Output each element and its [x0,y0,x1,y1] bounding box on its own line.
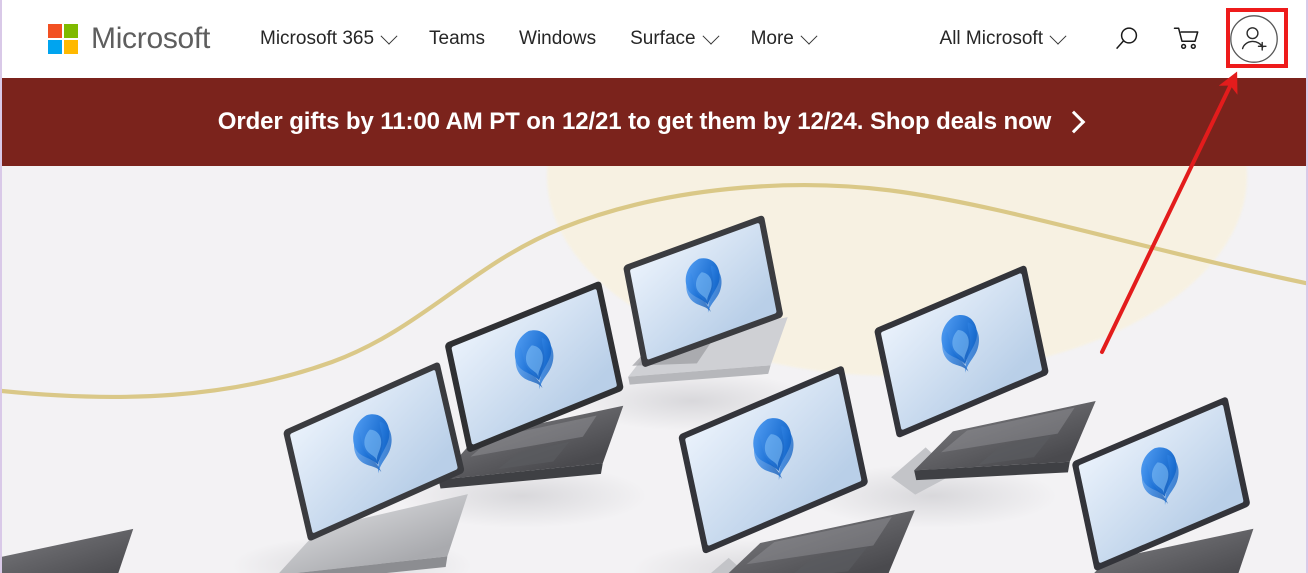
surface-devices-illustration [2,215,1254,573]
microsoft-brand-link[interactable]: Microsoft [48,24,210,54]
search-icon [1116,27,1138,50]
shopping-cart-icon [1173,27,1199,50]
chevron-right-icon [1062,110,1086,134]
promo-banner-link[interactable]: Order gifts by 11:00 AM PT on 12/21 to g… [217,108,1086,136]
nav-label: Windows [519,28,597,49]
hero-section[interactable] [2,166,1306,573]
browser-page: Microsoft Microsoft 365 Teams Windows Su… [0,0,1308,573]
sign-in-button[interactable] [1228,13,1280,65]
nav-label: Teams [429,28,486,49]
all-microsoft-menu[interactable]: All Microsoft [939,27,1067,50]
main-navigation: Microsoft 365 Teams Windows Surface More [260,22,818,56]
nav-item-teams[interactable]: Teams [429,22,485,56]
promo-banner-text: Order gifts by 11:00 AM PT on 12/21 to g… [217,108,1052,135]
site-header: Microsoft Microsoft 365 Teams Windows Su… [2,0,1306,78]
all-microsoft-label: All Microsoft [939,28,1043,49]
nav-item-surface[interactable]: Surface [630,22,720,56]
chevron-down-icon [800,27,818,45]
shopping-cart-button[interactable] [1166,18,1208,60]
nav-label: Surface [630,28,696,49]
nav-label: Microsoft 365 [260,28,375,49]
chevron-down-icon [1049,27,1067,45]
nav-item-more[interactable]: More [750,22,818,56]
chevron-down-icon [380,27,398,45]
header-actions: All Microsoft [940,13,1280,65]
chevron-down-icon [702,27,720,45]
brand-name: Microsoft [91,22,210,55]
nav-label: More [750,28,794,49]
nav-item-windows[interactable]: Windows [519,22,596,56]
promo-banner: Order gifts by 11:00 AM PT on 12/21 to g… [2,78,1306,166]
search-button[interactable] [1106,18,1148,60]
nav-item-microsoft-365[interactable]: Microsoft 365 [260,22,398,56]
person-add-sign-in-icon [1230,15,1278,63]
microsoft-logo-icon [48,24,78,54]
